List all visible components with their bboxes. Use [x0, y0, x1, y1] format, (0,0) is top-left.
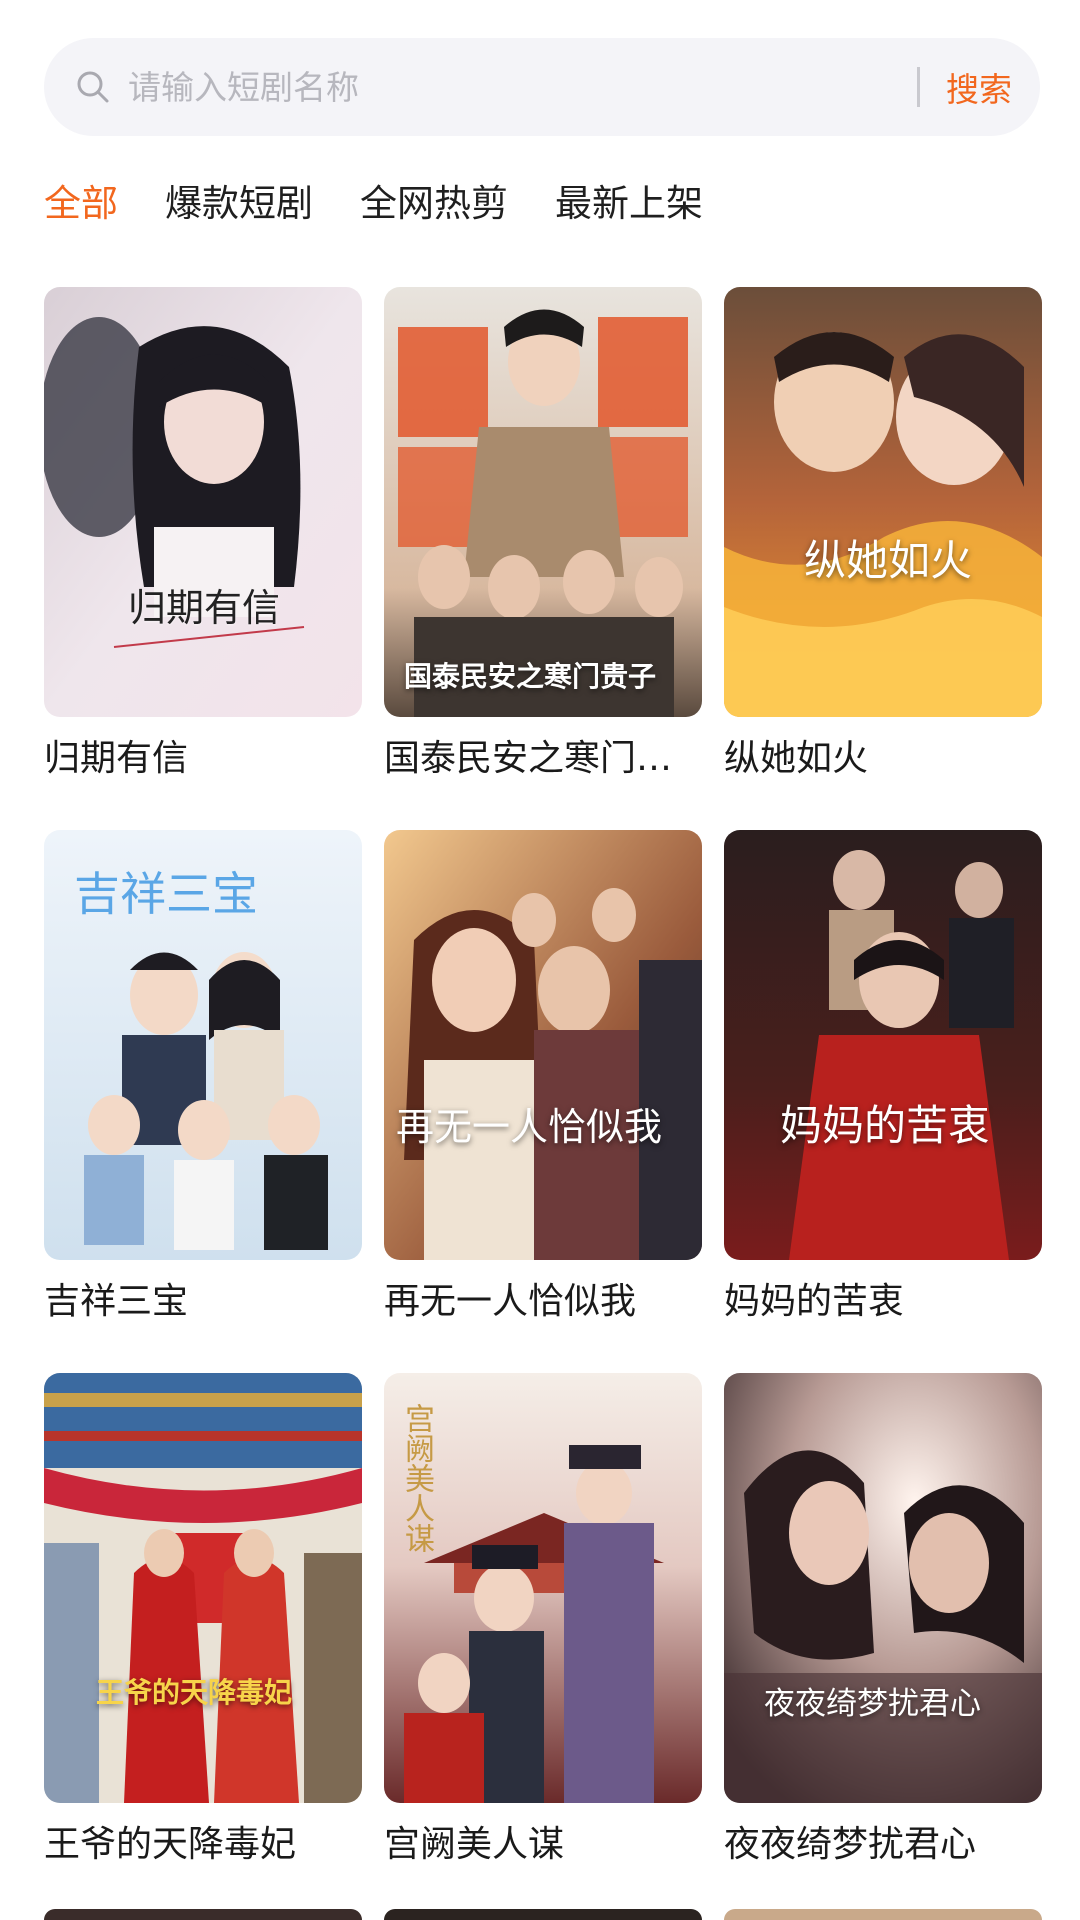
drama-grid: 归期有信 归期有信 国泰民安之寒门贵子 国泰民安之寒门… 纵她如火 纵她如火 吉…	[44, 287, 1042, 1916]
search-divider	[917, 67, 920, 107]
search-bar: 搜索	[44, 38, 1040, 136]
poster-title-text: 归期有信	[128, 586, 281, 630]
drama-card[interactable]: 宫阙美人谋 宫阙美人谋	[384, 1373, 702, 1916]
drama-poster[interactable]: 纵她如火	[724, 287, 1042, 717]
poster-title-text: 妈妈的苦衷	[780, 1101, 991, 1150]
poster-title-text: 宫阙美人谋	[399, 1403, 434, 1553]
drama-poster[interactable]	[384, 1909, 702, 1920]
tab-new-releases[interactable]: 最新上架	[555, 176, 703, 232]
drama-card[interactable]: 归期有信 归期有信	[44, 287, 362, 830]
drama-poster[interactable]	[44, 1909, 362, 1920]
drama-title: 归期有信	[44, 738, 189, 779]
tab-all[interactable]: 全部	[44, 176, 118, 232]
drama-poster[interactable]: 宫阙美人谋	[384, 1373, 702, 1803]
drama-title: 夜夜绮梦扰君心	[724, 1824, 977, 1865]
drama-title: 纵她如火	[724, 738, 869, 779]
drama-poster[interactable]	[724, 1909, 1042, 1920]
drama-poster[interactable]: 妈妈的苦衷	[724, 830, 1042, 1260]
poster-title-text: 夜夜绮梦扰君心	[764, 1686, 981, 1722]
next-row-peek	[44, 1909, 1042, 1920]
search-icon	[70, 64, 116, 110]
drama-poster[interactable]: 归期有信	[44, 287, 362, 717]
drama-title: 妈妈的苦衷	[724, 1281, 905, 1322]
drama-title: 国泰民安之寒门…	[384, 738, 673, 779]
drama-card[interactable]: 纵她如火 纵她如火	[724, 287, 1042, 830]
poster-title-text: 再无一人恰似我	[396, 1105, 663, 1149]
drama-card[interactable]: 再无一人恰似我 再无一人恰似我	[384, 830, 702, 1373]
drama-title: 王爷的天降毒妃	[44, 1824, 297, 1865]
drama-poster[interactable]: 再无一人恰似我	[384, 830, 702, 1260]
poster-title-text: 吉祥三宝	[74, 867, 258, 921]
drama-card[interactable]: 国泰民安之寒门贵子 国泰民安之寒门…	[384, 287, 702, 830]
drama-card[interactable]: 妈妈的苦衷 妈妈的苦衷	[724, 830, 1042, 1373]
poster-title-text: 王爷的天降毒妃	[96, 1676, 293, 1709]
drama-card[interactable]: 夜夜绮梦扰君心 夜夜绮梦扰君心	[724, 1373, 1042, 1916]
drama-card[interactable]: 王爷的天降毒妃 王爷的天降毒妃	[44, 1373, 362, 1916]
poster-title-text: 国泰民安之寒门贵子	[404, 660, 657, 693]
poster-title-text: 纵她如火	[804, 536, 973, 585]
tab-hot-clips[interactable]: 全网热剪	[360, 176, 508, 232]
drama-poster[interactable]: 夜夜绮梦扰君心	[724, 1373, 1042, 1803]
drama-title: 宫阙美人谋	[384, 1824, 565, 1865]
drama-poster[interactable]: 吉祥三宝	[44, 830, 362, 1260]
tab-hit-dramas[interactable]: 爆款短剧	[165, 176, 313, 232]
drama-title: 吉祥三宝	[44, 1281, 189, 1322]
search-button[interactable]: 搜索	[946, 63, 1012, 111]
drama-poster[interactable]: 王爷的天降毒妃	[44, 1373, 362, 1803]
drama-card[interactable]: 吉祥三宝 吉祥三宝	[44, 830, 362, 1373]
search-input[interactable]	[126, 56, 917, 118]
category-tabs: 全部 爆款短剧 全网热剪 最新上架	[44, 176, 750, 232]
drama-title: 再无一人恰似我	[384, 1281, 637, 1322]
drama-poster[interactable]: 国泰民安之寒门贵子	[384, 287, 702, 717]
